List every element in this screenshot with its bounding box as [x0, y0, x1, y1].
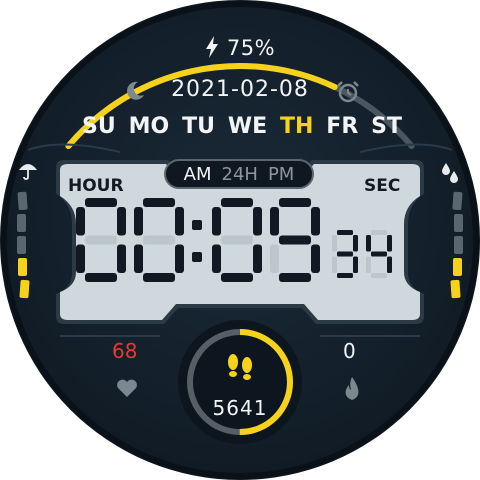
- hours-digits: [76, 198, 184, 282]
- water-drops-icon: [442, 163, 458, 183]
- segment-g: [371, 251, 387, 257]
- main-time-display: [76, 198, 320, 282]
- weekday-tu: TU: [182, 114, 215, 139]
- segment-f: [76, 207, 85, 236]
- weekday-st: ST: [371, 114, 402, 139]
- weekday-fr: FR: [326, 114, 359, 139]
- segment-a: [221, 198, 253, 207]
- hour-tens-digit: [76, 198, 126, 282]
- segment-g: [221, 235, 253, 245]
- weekday-th: TH: [280, 114, 314, 139]
- segment-g: [143, 235, 175, 245]
- segment-a: [279, 198, 311, 207]
- minutes-digits: [212, 198, 320, 282]
- lightning-bolt-icon: [205, 36, 218, 58]
- segment-c: [353, 256, 358, 273]
- time-mode-selector[interactable]: AM 24H PM: [164, 159, 314, 189]
- battery-percentage: 75%: [226, 36, 276, 60]
- segment-d: [143, 273, 175, 282]
- segment-c: [175, 244, 184, 273]
- segment-c: [117, 244, 126, 273]
- heart-rate-value: 68: [112, 339, 138, 363]
- segment-f: [270, 207, 279, 236]
- battery-indicator: 75%: [0, 36, 480, 60]
- steps-progress-ring: [178, 320, 302, 444]
- watch-face: 75% 2021-02-08 SU MO TU WE TH FR ST AM 2…: [0, 0, 480, 480]
- segment-e: [332, 256, 337, 273]
- segment-d: [371, 273, 387, 278]
- seconds-label: SEC: [364, 176, 401, 196]
- am-option[interactable]: AM: [184, 164, 212, 185]
- segment-f: [212, 207, 221, 236]
- segment-a: [371, 230, 387, 235]
- umbrella-icon: [19, 164, 37, 180]
- steps-count: 5641: [212, 396, 268, 420]
- minute-ones-digit: [270, 198, 320, 282]
- flame-icon: [345, 377, 359, 400]
- segment-e: [134, 244, 143, 273]
- time-colon: [192, 220, 202, 262]
- segment-f: [134, 207, 143, 236]
- segment-a: [143, 198, 175, 207]
- segment-a: [337, 230, 353, 235]
- heart-icon: [117, 379, 137, 397]
- segment-b: [387, 235, 392, 252]
- weekday-we: WE: [227, 114, 268, 139]
- weekday-su: SU: [82, 114, 116, 139]
- second-tens-digit: [332, 230, 358, 278]
- segment-g: [337, 251, 353, 257]
- pm-option[interactable]: PM: [268, 164, 294, 185]
- seconds-display: [332, 230, 392, 278]
- right-segment-gauge: [450, 191, 463, 299]
- segment-b: [117, 207, 126, 236]
- segment-b: [311, 207, 320, 236]
- segment-f: [366, 235, 371, 252]
- segment-c: [311, 244, 320, 273]
- left-segment-gauge: [17, 191, 30, 299]
- segment-f: [332, 235, 337, 252]
- segment-b: [353, 235, 358, 252]
- segment-e: [76, 244, 85, 273]
- segment-c: [387, 256, 392, 273]
- segment-g: [279, 235, 311, 245]
- segment-d: [279, 273, 311, 282]
- segment-b: [253, 207, 262, 236]
- minute-tens-digit: [212, 198, 262, 282]
- 24h-option[interactable]: 24H: [222, 164, 258, 185]
- date-display: 2021-02-08: [171, 77, 309, 102]
- segment-b: [175, 207, 184, 236]
- second-ones-digit: [366, 230, 392, 278]
- segment-d: [85, 273, 117, 282]
- segment-d: [221, 273, 253, 282]
- weekday-row: SU MO TU WE TH FR ST: [82, 114, 402, 139]
- calories-value: 0: [343, 339, 356, 363]
- segment-e: [270, 244, 279, 273]
- weekday-mo: MO: [128, 114, 170, 139]
- segment-e: [366, 256, 371, 273]
- segment-e: [212, 244, 221, 273]
- alarm-clock-icon: [337, 81, 359, 103]
- seconds-digits: [332, 230, 392, 278]
- hour-label: HOUR: [68, 176, 124, 196]
- segment-c: [253, 244, 262, 273]
- segment-d: [337, 273, 353, 278]
- footsteps-icon: [228, 354, 252, 380]
- segment-a: [85, 198, 117, 207]
- segment-g: [85, 235, 117, 245]
- hour-ones-digit: [134, 198, 184, 282]
